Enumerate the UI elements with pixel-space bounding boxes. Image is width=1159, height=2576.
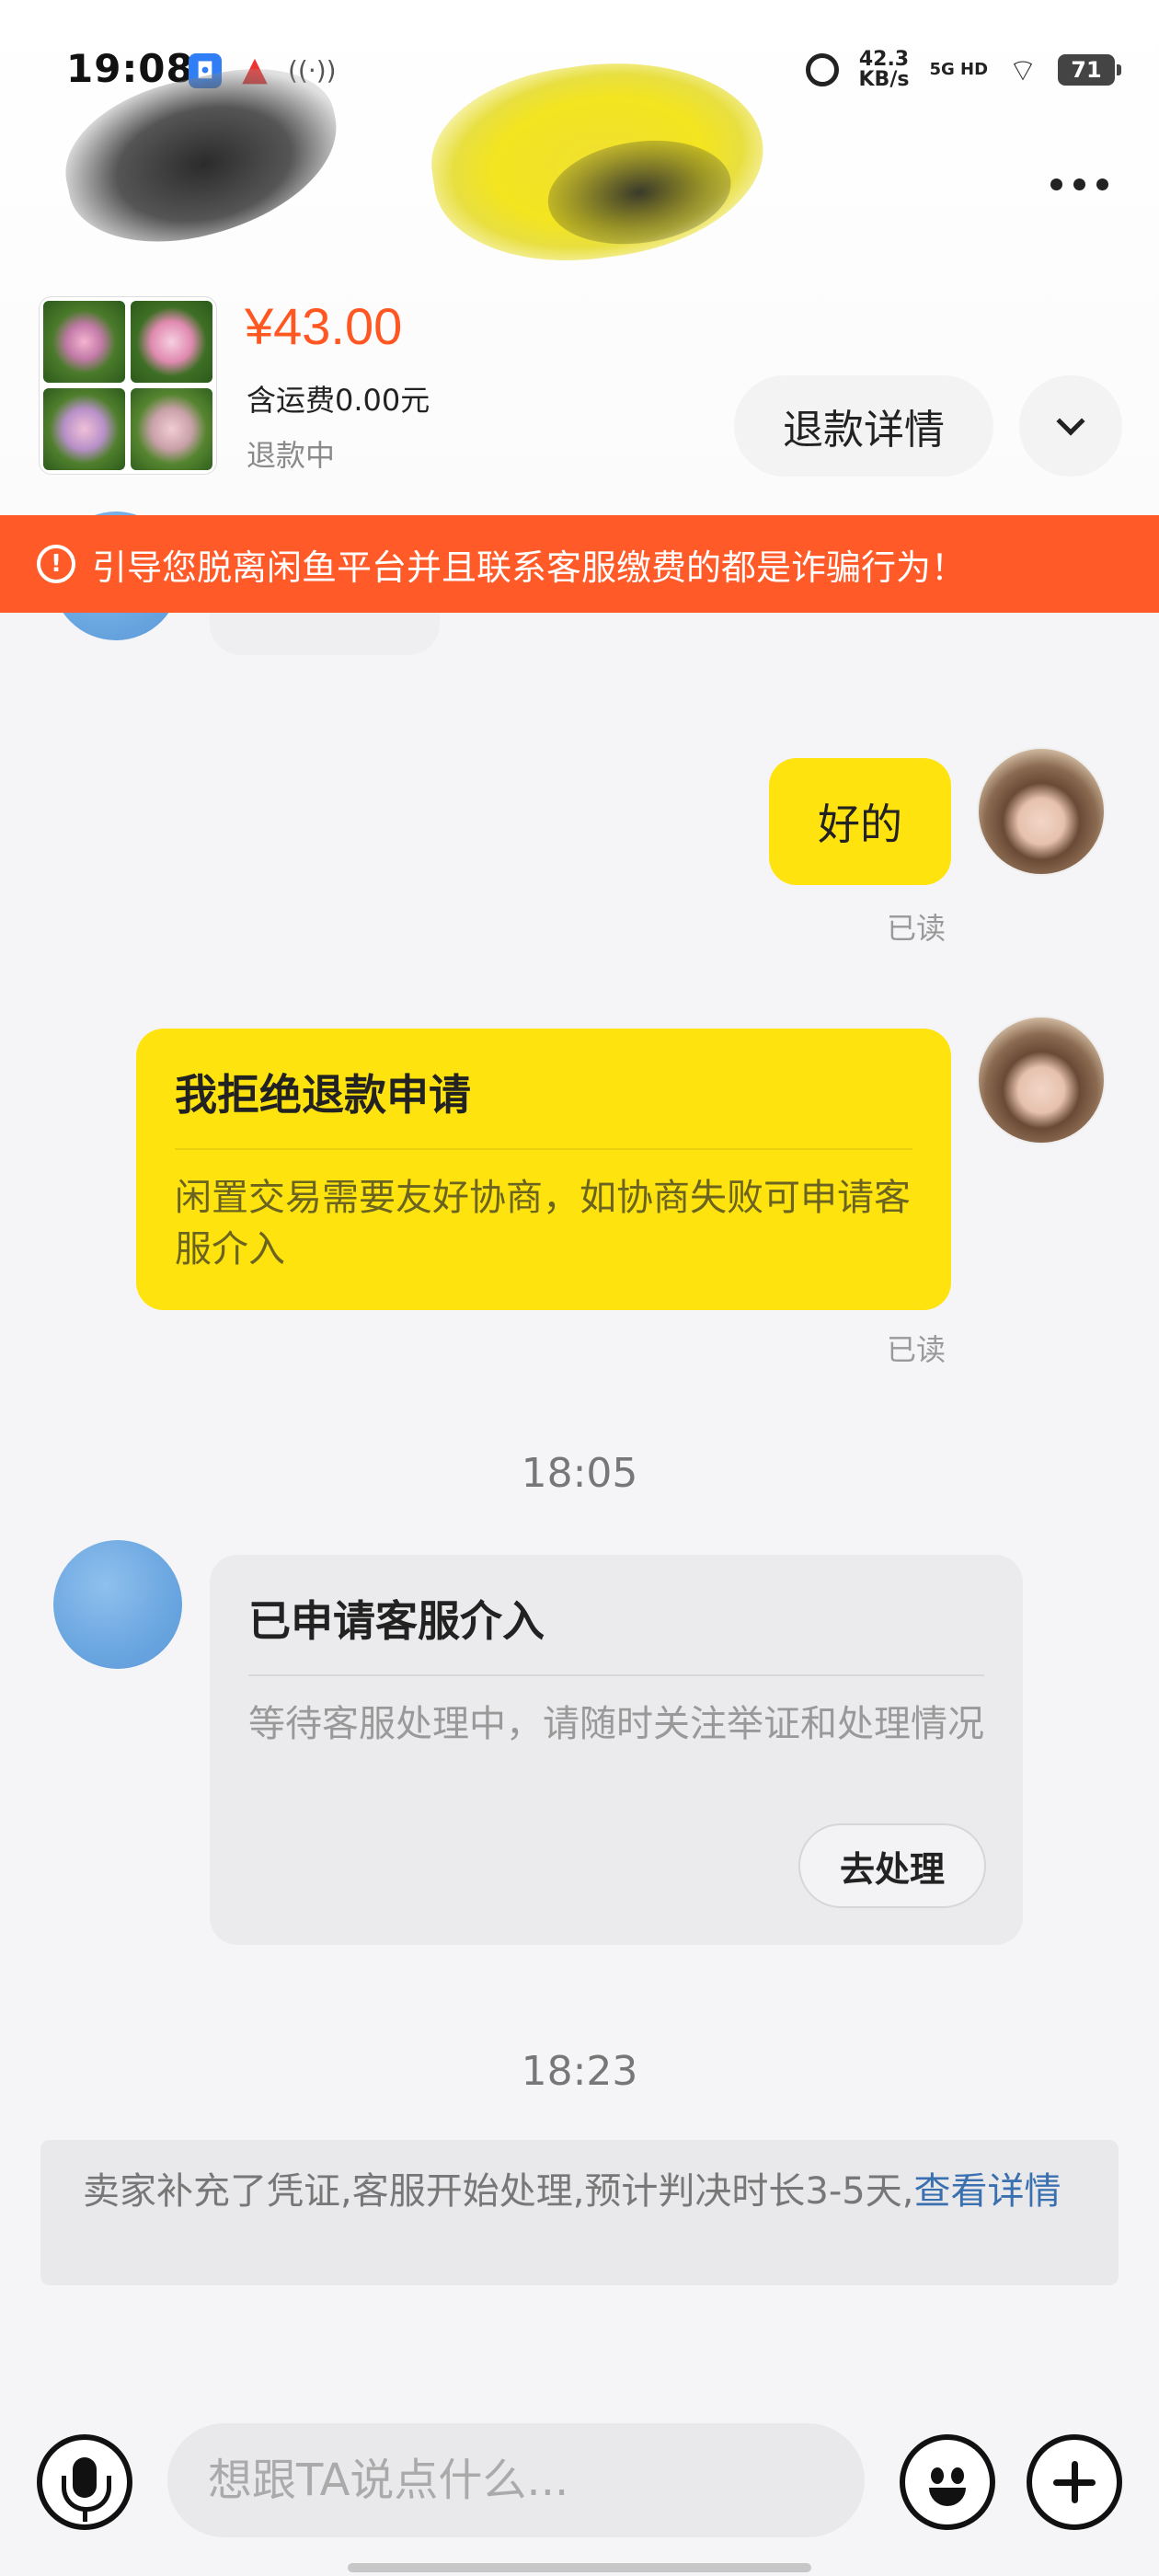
seller-avatar[interactable] — [53, 1540, 182, 1669]
signal-label: 5G HD — [929, 60, 989, 79]
network-speed-value: 42.3 — [858, 48, 910, 71]
message-text: 好的 — [818, 799, 902, 849]
plus-icon[interactable] — [1027, 2434, 1122, 2530]
product-image-1 — [43, 301, 125, 383]
product-thumbnail[interactable] — [39, 296, 217, 475]
emoji-icon[interactable] — [900, 2434, 995, 2530]
system-notice: 卖家补充了凭证,客服开始处理,预计判决时长3-5天,查看详情 — [40, 2140, 1119, 2285]
home-indicator[interactable] — [348, 2563, 811, 2572]
product-price: ¥43.00 — [245, 297, 403, 355]
chat-timestamp: 18:23 — [521, 2048, 638, 2095]
warning-icon: ! — [37, 545, 75, 583]
network-speed: 42.3 KB/s — [859, 50, 910, 90]
handle-button[interactable]: 去处理 — [798, 1823, 986, 1908]
read-receipt: 已读 — [887, 911, 947, 946]
card-body: 等待客服处理中，请随时关注举证和处理情况 — [248, 1703, 984, 1745]
wifi-icon: ⌔ — [1008, 52, 1038, 89]
product-image-4 — [131, 388, 212, 470]
message-input[interactable] — [167, 2423, 865, 2537]
my-avatar[interactable] — [977, 1016, 1106, 1144]
input-bar — [0, 2401, 1159, 2576]
warning-text: 引导您脱离闲鱼平台并且联系客服缴费的都是诈骗行为！ — [92, 546, 967, 588]
refund-detail-button[interactable]: 退款详情 — [734, 375, 993, 477]
refund-refusal-card[interactable]: 我拒绝退款申请 闲置交易需要友好协商，如协商失败可申请客服介入 — [136, 1029, 951, 1310]
card-title: 我拒绝退款申请 — [175, 1070, 471, 1120]
network-speed-unit: KB/s — [858, 68, 910, 91]
view-details-link[interactable]: 查看详情 — [913, 2170, 1061, 2213]
card-divider — [248, 1674, 984, 1676]
order-status: 退款中 — [247, 438, 336, 473]
my-avatar[interactable] — [977, 747, 1106, 876]
chat-timestamp: 18:05 — [521, 1450, 638, 1497]
card-body: 闲置交易需要友好协商，如协商失败可申请客服介入 — [175, 1177, 911, 1271]
more-icon[interactable] — [1038, 166, 1120, 202]
shipping-fee: 含运费0.00元 — [247, 383, 430, 418]
product-image-2 — [131, 301, 212, 383]
battery-icon: 71 — [1058, 54, 1121, 86]
collapse-button[interactable] — [1019, 375, 1122, 477]
read-receipt: 已读 — [887, 1332, 947, 1367]
chat-header: 19:08 ◘ ▲ ((·)) 42.3 KB/s 5G HD ⌔ 71 ¥43… — [0, 0, 1159, 515]
chevron-down-icon — [1056, 407, 1085, 436]
fraud-warning-banner: ! 引导您脱离闲鱼平台并且联系客服缴费的都是诈骗行为！ — [0, 515, 1159, 613]
message-bubble-outgoing[interactable]: 好的 — [769, 758, 951, 885]
card-divider — [175, 1148, 912, 1150]
product-image-3 — [43, 388, 125, 470]
microphone-icon[interactable] — [37, 2434, 132, 2530]
card-title: 已申请客服介入 — [248, 1596, 545, 1646]
alarm-icon — [805, 53, 839, 86]
notice-text: 卖家补充了凭证,客服开始处理,预计判决时长3-5天, — [83, 2170, 914, 2213]
status-right-icons: 42.3 KB/s 5G HD ⌔ 71 — [805, 50, 1121, 90]
service-intervention-card[interactable]: 已申请客服介入 等待客服处理中，请随时关注举证和处理情况 去处理 — [210, 1555, 1023, 1945]
